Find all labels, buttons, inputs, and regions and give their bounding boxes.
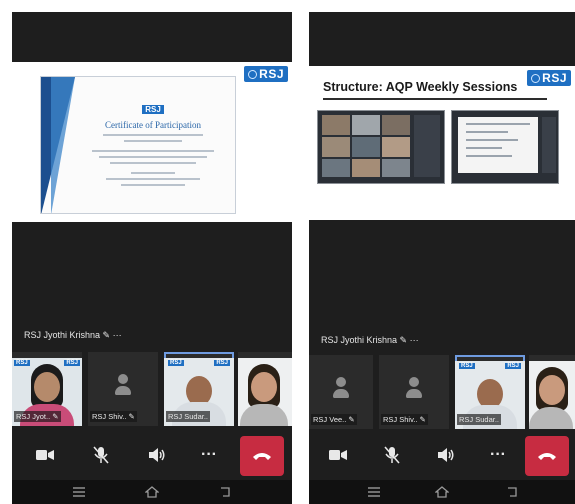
right-call-screen: RSJ Structure: AQP Weekly Sessions RSJ J…	[309, 12, 575, 504]
mic-muted-icon[interactable]	[84, 438, 118, 472]
hang-up-icon[interactable]	[240, 436, 284, 476]
participant-name: RSJ Shiv.. ✎	[381, 414, 428, 425]
speaker-icon[interactable]	[140, 438, 174, 472]
participant-strip[interactable]: RSJ Vee.. ✎ RSJ Shiv.. ✎ RSJ RSJ RSJ Sud…	[309, 355, 575, 435]
person-icon	[406, 377, 422, 403]
call-controls: ···	[12, 432, 292, 476]
globe-icon	[248, 69, 258, 79]
participant-tile-active[interactable]: RSJ RSJ RSJ Sudar..	[164, 352, 234, 426]
mic-muted-icon[interactable]	[375, 438, 409, 472]
back-icon[interactable]	[503, 484, 521, 500]
participant-name: RSJ Sudar..	[457, 414, 502, 425]
system-navigation-bar	[309, 480, 575, 504]
presentation-screenshot	[451, 110, 559, 184]
participant-tile[interactable]: RSJ Shiv.. ✎	[88, 352, 158, 426]
left-call-screen: RSJ RSJ Certificate of Participation RSJ…	[12, 12, 292, 504]
rsj-logo: RSJ	[244, 66, 288, 82]
participant-tile[interactable]	[238, 352, 292, 426]
certificate-logo: RSJ	[142, 105, 164, 114]
rsj-logo: RSJ	[527, 70, 571, 86]
slide-title: Structure: AQP Weekly Sessions	[323, 80, 518, 94]
home-icon[interactable]	[433, 484, 451, 500]
participant-tile[interactable]: RSJ Vee.. ✎	[309, 355, 373, 429]
hang-up-icon[interactable]	[525, 436, 569, 476]
participant-name: RSJ Sudar..	[166, 411, 211, 422]
participant-tile[interactable]: RSJ Shiv.. ✎	[379, 355, 449, 429]
participant-name: RSJ Jyot.. ✎	[14, 411, 61, 422]
speaker-icon[interactable]	[429, 438, 463, 472]
shared-screen: RSJ RSJ Certificate of Participation	[12, 62, 292, 222]
recents-icon[interactable]	[70, 484, 88, 500]
certificate: RSJ Certificate of Participation	[40, 76, 236, 214]
video-camera-icon[interactable]	[28, 438, 62, 472]
video-camera-icon[interactable]	[321, 438, 355, 472]
globe-icon	[531, 73, 541, 83]
meeting-screenshot	[317, 110, 445, 184]
participant-tile[interactable]	[529, 355, 575, 429]
certificate-title: Certificate of Participation	[105, 120, 201, 130]
participant-strip[interactable]: RSJ RSJ RSJ Jyot.. ✎ RSJ Shiv.. ✎ RSJ RS…	[12, 352, 292, 432]
participant-tile-active[interactable]: RSJ RSJ RSJ Sudar..	[455, 355, 525, 429]
rsj-logo-text: RSJ	[259, 67, 284, 81]
more-icon[interactable]: ···	[192, 438, 226, 472]
back-icon[interactable]	[216, 484, 234, 500]
person-icon	[115, 374, 131, 400]
participant-name: RSJ Vee.. ✎	[311, 414, 357, 425]
more-icon[interactable]: ···	[481, 438, 515, 472]
system-navigation-bar	[12, 480, 292, 504]
active-speaker-label[interactable]: RSJ Jyothi Krishna ✎ ···	[24, 330, 122, 341]
rsj-logo-text: RSJ	[542, 71, 567, 85]
call-controls: ···	[309, 432, 575, 476]
active-speaker-label[interactable]: RSJ Jyothi Krishna ✎ ···	[321, 335, 419, 346]
person-icon	[333, 377, 349, 403]
home-icon[interactable]	[143, 484, 161, 500]
participant-name: RSJ Shiv.. ✎	[90, 411, 137, 422]
participant-tile[interactable]: RSJ RSJ RSJ Jyot.. ✎	[12, 352, 82, 426]
recents-icon[interactable]	[365, 484, 383, 500]
shared-screen: RSJ Structure: AQP Weekly Sessions	[309, 66, 575, 220]
